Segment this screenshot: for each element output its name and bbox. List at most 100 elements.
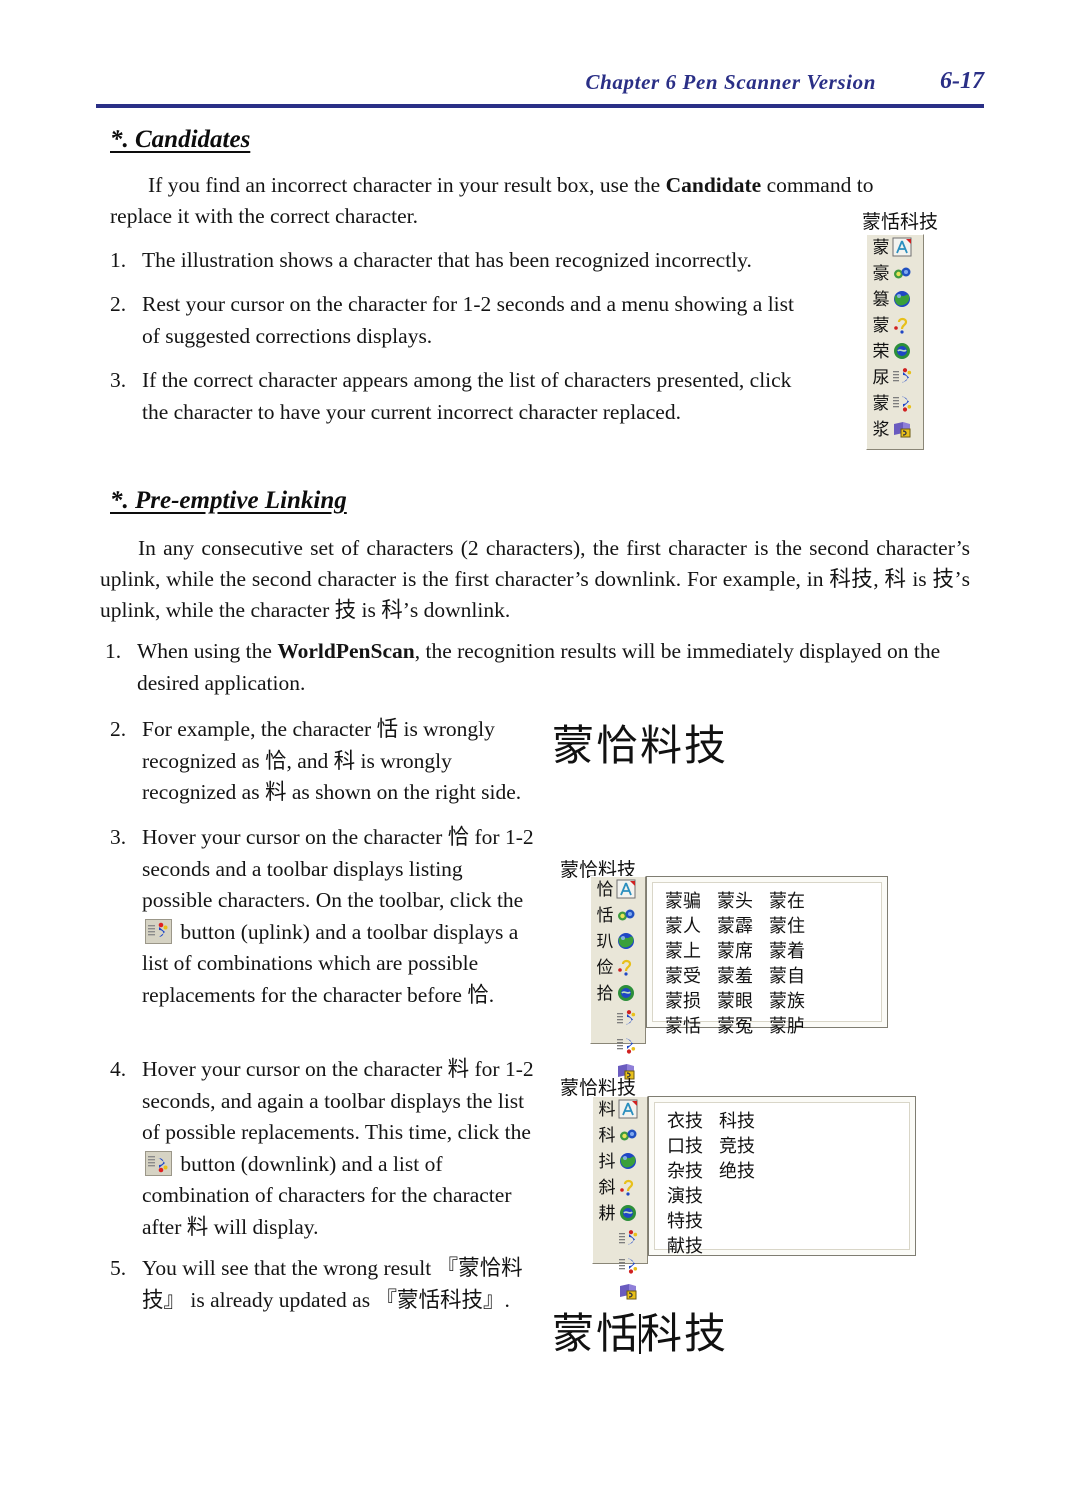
word-option[interactable]: 衣技	[665, 1110, 717, 1135]
word-option[interactable]: 特技	[665, 1210, 717, 1235]
candidate-character[interactable]: 抖	[596, 1153, 618, 1171]
selected-word[interactable]: 蒙恬	[665, 1016, 701, 1037]
candidate-row[interactable]: 玐	[591, 929, 645, 955]
candidate-character[interactable]: 荣	[870, 343, 892, 361]
uplink-candidate-toolbar[interactable]: 恰恬玐俭拾	[590, 876, 646, 1080]
word-row: 蒙上 蒙席 蒙着	[663, 940, 819, 965]
word-option[interactable]: 绝技	[717, 1160, 769, 1185]
candidate-character[interactable]: 俭	[594, 959, 616, 977]
word-option[interactable]: 蒙上	[663, 940, 715, 965]
candidate-character[interactable]: 豪	[870, 265, 892, 283]
candidate-character[interactable]: 尿	[870, 369, 892, 387]
question-mark-icon[interactable]	[616, 957, 638, 979]
word-option[interactable]: 蒙霹	[715, 915, 767, 940]
candidate-character[interactable]: 浆	[870, 421, 892, 439]
candidate-row[interactable]: 恬	[591, 903, 645, 929]
word-option[interactable]: 蒙住	[767, 915, 819, 940]
word-option[interactable]: 杂技	[665, 1160, 717, 1185]
word-option[interactable]: 口技	[665, 1135, 717, 1160]
candidate-row[interactable]: 恰	[591, 877, 645, 903]
word-option[interactable]: 蒙羞	[715, 965, 767, 990]
candidate-row[interactable]: 尿	[867, 365, 923, 391]
word-option[interactable]: 蒙胪	[767, 1015, 819, 1040]
question-mark-icon[interactable]	[892, 315, 914, 337]
uplink-icon[interactable]	[618, 1229, 640, 1251]
candidate-character[interactable]: 蒙	[870, 239, 892, 257]
downlink-word-panel[interactable]: 衣技 科技 口技 竞技 杂技 绝技 演技 特技 献技	[648, 1096, 916, 1257]
candidate-row[interactable]: 蒙	[867, 235, 923, 261]
word-option[interactable]: 蒙恬	[663, 1015, 715, 1040]
word-option[interactable]: 蒙眼	[715, 990, 767, 1015]
candidate-row[interactable]: 俭	[591, 955, 645, 981]
word-option[interactable]: 蒙受	[663, 965, 715, 990]
candidate-character[interactable]: 科	[596, 1127, 618, 1145]
word-option[interactable]: 演技	[665, 1185, 717, 1210]
candidate-row[interactable]: 蒙	[867, 313, 923, 339]
word-option[interactable]: 蒙骗	[663, 890, 715, 915]
selected-word[interactable]: 科技	[719, 1111, 755, 1132]
candidate-character[interactable]: 玐	[594, 933, 616, 951]
word-option[interactable]: 蒙族	[767, 990, 819, 1015]
downlink-button-icon[interactable]	[145, 1150, 172, 1176]
candidate-row[interactable]: 豪	[867, 261, 923, 287]
globe-green-icon[interactable]	[616, 983, 638, 1005]
word-option[interactable]: 蒙席	[715, 940, 767, 965]
word-option[interactable]: 蒙损	[663, 990, 715, 1015]
downlink-icon[interactable]	[892, 393, 914, 415]
candidate-row[interactable]	[593, 1227, 647, 1253]
candidate-row[interactable]: 拾	[591, 981, 645, 1007]
candidate-character[interactable]: 蒙	[870, 317, 892, 335]
globe-small-icon[interactable]	[618, 1125, 640, 1147]
candidate-character[interactable]: 恬	[594, 907, 616, 925]
question-mark-icon[interactable]	[618, 1177, 640, 1199]
word-option[interactable]: 科技	[717, 1110, 769, 1135]
globe-green-icon[interactable]	[892, 341, 914, 363]
candidate-row[interactable]: 篡	[867, 287, 923, 313]
candidate-row[interactable]: 耕	[593, 1201, 647, 1227]
list-item-text: The illustration shows a character that …	[142, 248, 752, 272]
candidate-character[interactable]: 拾	[594, 985, 616, 1003]
word-option[interactable]: 蒙在	[767, 890, 819, 915]
uplink-icon[interactable]	[616, 1009, 638, 1031]
candidate-row[interactable]	[591, 1007, 645, 1033]
candidate-row[interactable]: 料	[593, 1097, 647, 1123]
uplink-button-icon[interactable]	[145, 918, 172, 944]
word-option[interactable]: 蒙冤	[715, 1015, 767, 1040]
candidate-row[interactable]: 抖	[593, 1149, 647, 1175]
candidate-row[interactable]: 科	[593, 1123, 647, 1149]
candidate-row[interactable]: 浆	[867, 417, 923, 443]
globe-green-icon[interactable]	[618, 1203, 640, 1225]
globe-small-icon[interactable]	[616, 905, 638, 927]
globe-icon[interactable]	[892, 289, 914, 311]
word-option[interactable]: 蒙人	[663, 915, 715, 940]
word-option[interactable]: 蒙自	[767, 965, 819, 990]
uplink-icon[interactable]	[892, 367, 914, 389]
candidate-row[interactable]: 蒙	[867, 391, 923, 417]
downlink-icon[interactable]	[618, 1255, 640, 1277]
downlink-candidate-toolbar[interactable]: 料科抖斜耕	[592, 1096, 648, 1300]
book-icon[interactable]	[892, 419, 914, 441]
candidate-character[interactable]: 斜	[596, 1179, 618, 1197]
globe-icon[interactable]	[618, 1151, 640, 1173]
word-option[interactable]: 蒙头	[715, 890, 767, 915]
candidate-row[interactable]: 斜	[593, 1175, 647, 1201]
globe-small-icon[interactable]	[892, 263, 914, 285]
candidate-character[interactable]: 篡	[870, 291, 892, 309]
candidate-row[interactable]: 荣	[867, 339, 923, 365]
globe-icon[interactable]	[616, 931, 638, 953]
letter-a-icon[interactable]	[618, 1099, 640, 1121]
letter-a-icon[interactable]	[892, 237, 914, 259]
candidate-character[interactable]: 蒙	[870, 395, 892, 413]
candidate-row[interactable]	[591, 1033, 645, 1059]
uplink-word-panel[interactable]: 蒙骗 蒙头 蒙在 蒙人 蒙霹 蒙住 蒙上 蒙席 蒙着 蒙受 蒙羞 蒙自 蒙损 蒙眼 蒙族 蒙恬 蒙冤 蒙胪	[646, 876, 888, 1037]
candidates-toolbar[interactable]: 蒙豪篡蒙荣尿蒙浆	[866, 234, 924, 450]
word-option[interactable]: 献技	[665, 1235, 717, 1260]
letter-a-icon[interactable]	[616, 879, 638, 901]
candidate-character[interactable]: 耕	[596, 1205, 618, 1223]
downlink-icon[interactable]	[616, 1035, 638, 1057]
candidate-character[interactable]: 恰	[594, 881, 616, 899]
word-option[interactable]: 竞技	[717, 1135, 769, 1160]
candidate-row[interactable]	[593, 1253, 647, 1279]
candidate-character[interactable]: 料	[596, 1101, 618, 1119]
word-option[interactable]: 蒙着	[767, 940, 819, 965]
